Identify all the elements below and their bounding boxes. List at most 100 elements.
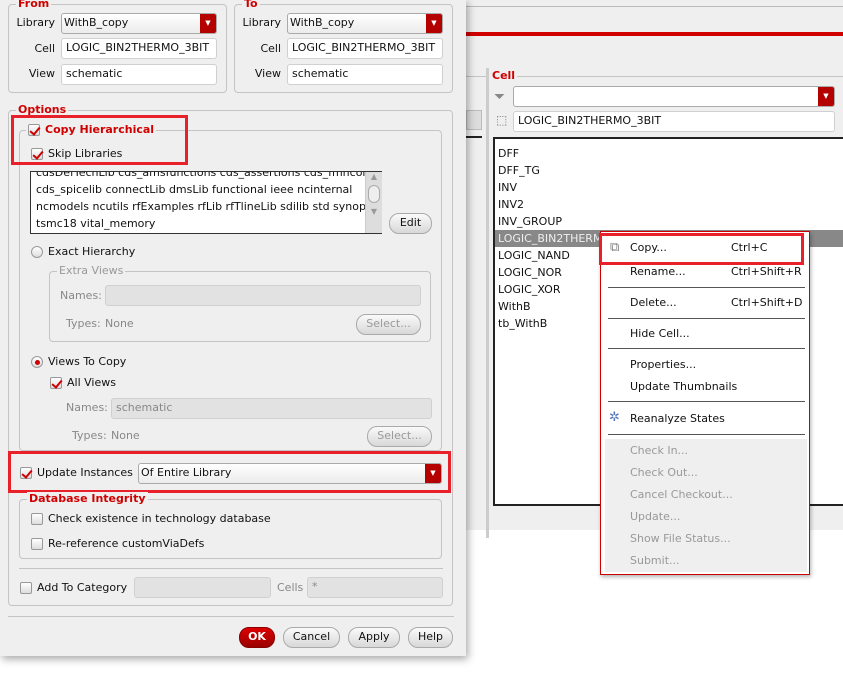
to-cell-field[interactable]: LOGIC_BIN2THERMO_3BIT bbox=[287, 38, 443, 59]
types-label: Types: bbox=[66, 317, 101, 330]
highlight-box bbox=[599, 233, 804, 265]
disabled-section bbox=[605, 439, 807, 572]
category-field bbox=[134, 577, 271, 598]
textarea-scrollbar[interactable]: ▲ ▼ bbox=[365, 172, 382, 233]
list-item[interactable]: INV bbox=[495, 179, 843, 196]
list-item[interactable]: INV2 bbox=[495, 196, 843, 213]
divider bbox=[608, 287, 805, 288]
chevron-down-icon[interactable]: ▼ bbox=[426, 14, 442, 33]
cells-field: * bbox=[307, 577, 443, 598]
exact-hierarchy-label: Exact Hierarchy bbox=[48, 245, 136, 258]
apply-button[interactable]: Apply bbox=[348, 627, 400, 648]
menu-item-submit: Submit... bbox=[630, 554, 680, 567]
menu-item-cancel-checkout: Cancel Checkout... bbox=[630, 488, 733, 501]
all-views-label: All Views bbox=[67, 376, 116, 389]
cell-label: Cell bbox=[34, 42, 55, 55]
types-value: None bbox=[105, 317, 134, 330]
menu-item-update-thumbnails[interactable]: Update Thumbnails bbox=[630, 380, 737, 394]
cell-filter-combo[interactable]: ▼ bbox=[513, 86, 835, 107]
scroll-down-icon[interactable]: ▼ bbox=[366, 207, 382, 216]
list-item[interactable]: DFF bbox=[495, 145, 843, 162]
highlight-box bbox=[11, 115, 188, 165]
names-label: Names: bbox=[66, 401, 108, 414]
check-existence-label: Check existence in technology database bbox=[48, 512, 271, 525]
chevron-down-icon[interactable]: ▼ bbox=[200, 14, 216, 33]
chevron-down-icon[interactable]: ▼ bbox=[818, 87, 834, 106]
cell-panel-title: Cell bbox=[490, 69, 518, 82]
types-label: Types: bbox=[72, 429, 107, 442]
add-to-category-label: Add To Category bbox=[37, 581, 128, 594]
menu-item-show-file-status: Show File Status... bbox=[630, 532, 731, 545]
divider bbox=[512, 76, 843, 77]
accent-bar bbox=[466, 32, 843, 36]
menu-item-update: Update... bbox=[630, 510, 681, 523]
library-label: Library bbox=[16, 16, 55, 29]
list-item[interactable]: DFF_TG bbox=[495, 162, 843, 179]
view-label: View bbox=[28, 67, 55, 80]
divider bbox=[608, 348, 805, 349]
edit-button[interactable]: Edit bbox=[389, 213, 432, 234]
from-cell-field[interactable]: LOGIC_BIN2THERMO_3BIT bbox=[61, 38, 217, 59]
to-view-field[interactable]: schematic bbox=[287, 64, 443, 85]
extra-names-field bbox=[105, 285, 421, 306]
copy-dialog: From Library WithB_copy ▼ Cell LOGIC_BIN2… bbox=[0, 0, 466, 656]
exact-hierarchy-radio[interactable] bbox=[31, 246, 43, 258]
menu-item-rename[interactable]: Rename... bbox=[630, 265, 686, 279]
divider bbox=[608, 318, 805, 319]
check-existence-checkbox[interactable] bbox=[31, 513, 43, 525]
text-line: cds_spicelib connectLib dmsLib functiona… bbox=[36, 183, 353, 196]
scroll-up-icon[interactable]: ▲ bbox=[366, 172, 382, 181]
highlight-box bbox=[8, 451, 451, 493]
divider bbox=[466, 76, 486, 77]
list-item[interactable]: INV_GROUP bbox=[495, 213, 843, 230]
extra-views-title: Extra Views bbox=[57, 264, 126, 277]
text-line: ncmodels ncutils rfExamples rfLib rfTlin… bbox=[36, 200, 382, 213]
from-library-combo[interactable]: WithB_copy ▼ bbox=[61, 13, 217, 34]
divider bbox=[19, 568, 443, 569]
to-library-combo[interactable]: WithB_copy ▼ bbox=[287, 13, 443, 34]
views-select-button: Select... bbox=[367, 426, 432, 447]
divider bbox=[466, 6, 843, 7]
context-menu: ⧉ Copy... Ctrl+C Rename... Ctrl+Shift+R … bbox=[600, 231, 810, 575]
shortcut: Ctrl+Shift+R bbox=[731, 265, 802, 278]
add-to-category-checkbox[interactable] bbox=[20, 582, 32, 594]
skip-libraries-textarea[interactable]: cdsDefTechLib cds_amsfunctions cds_asser… bbox=[30, 171, 382, 234]
to-title: To bbox=[242, 0, 260, 10]
shortcut: Ctrl+Shift+D bbox=[731, 296, 803, 309]
combo-value: WithB_copy bbox=[290, 16, 355, 29]
browse-icon[interactable]: ⬚ bbox=[496, 113, 507, 127]
cancel-button[interactable]: Cancel bbox=[283, 627, 340, 648]
extra-select-button: Select... bbox=[356, 314, 421, 335]
cells-label: Cells bbox=[277, 581, 304, 594]
text-line: cdsDefTechLib cds_amsfunctions cds_asser… bbox=[36, 171, 377, 179]
view-names-field: schematic bbox=[111, 398, 432, 419]
cell-name-field[interactable]: LOGIC_BIN2THERMO_3BIT bbox=[513, 111, 835, 132]
database-integrity-title: Database Integrity bbox=[27, 492, 148, 505]
view-label: View bbox=[254, 67, 281, 80]
from-title: From bbox=[16, 0, 52, 10]
splitter[interactable] bbox=[486, 68, 489, 538]
rereference-label: Re-reference customViaDefs bbox=[48, 537, 205, 550]
menu-item-check-in: Check In... bbox=[630, 444, 689, 457]
cell-label: Cell bbox=[260, 42, 281, 55]
divider bbox=[608, 401, 805, 402]
rereference-checkbox[interactable] bbox=[31, 538, 43, 550]
all-views-checkbox[interactable] bbox=[50, 377, 62, 389]
menu-item-hide-cell[interactable]: Hide Cell... bbox=[630, 327, 690, 341]
filter-icon[interactable]: ⏷ bbox=[494, 89, 505, 105]
menu-item-delete[interactable]: Delete... bbox=[630, 296, 677, 310]
menu-item-reanalyze-states[interactable]: Reanalyze States bbox=[630, 412, 725, 426]
views-to-copy-radio[interactable] bbox=[31, 356, 43, 368]
types-value: None bbox=[111, 429, 140, 442]
menu-item-properties[interactable]: Properties... bbox=[630, 358, 696, 372]
scroll-thumb[interactable] bbox=[368, 185, 380, 203]
reanalyze-icon: ✲ bbox=[609, 410, 620, 425]
ok-button[interactable]: OK bbox=[239, 627, 275, 648]
text-line: tsmc18 vital_memory bbox=[36, 217, 156, 230]
divider bbox=[608, 434, 805, 435]
help-button[interactable]: Help bbox=[408, 627, 453, 648]
from-view-field[interactable]: schematic bbox=[61, 64, 217, 85]
left-panel-tab[interactable] bbox=[466, 110, 482, 130]
menu-item-check-out: Check Out... bbox=[630, 466, 698, 479]
divider bbox=[8, 616, 454, 617]
